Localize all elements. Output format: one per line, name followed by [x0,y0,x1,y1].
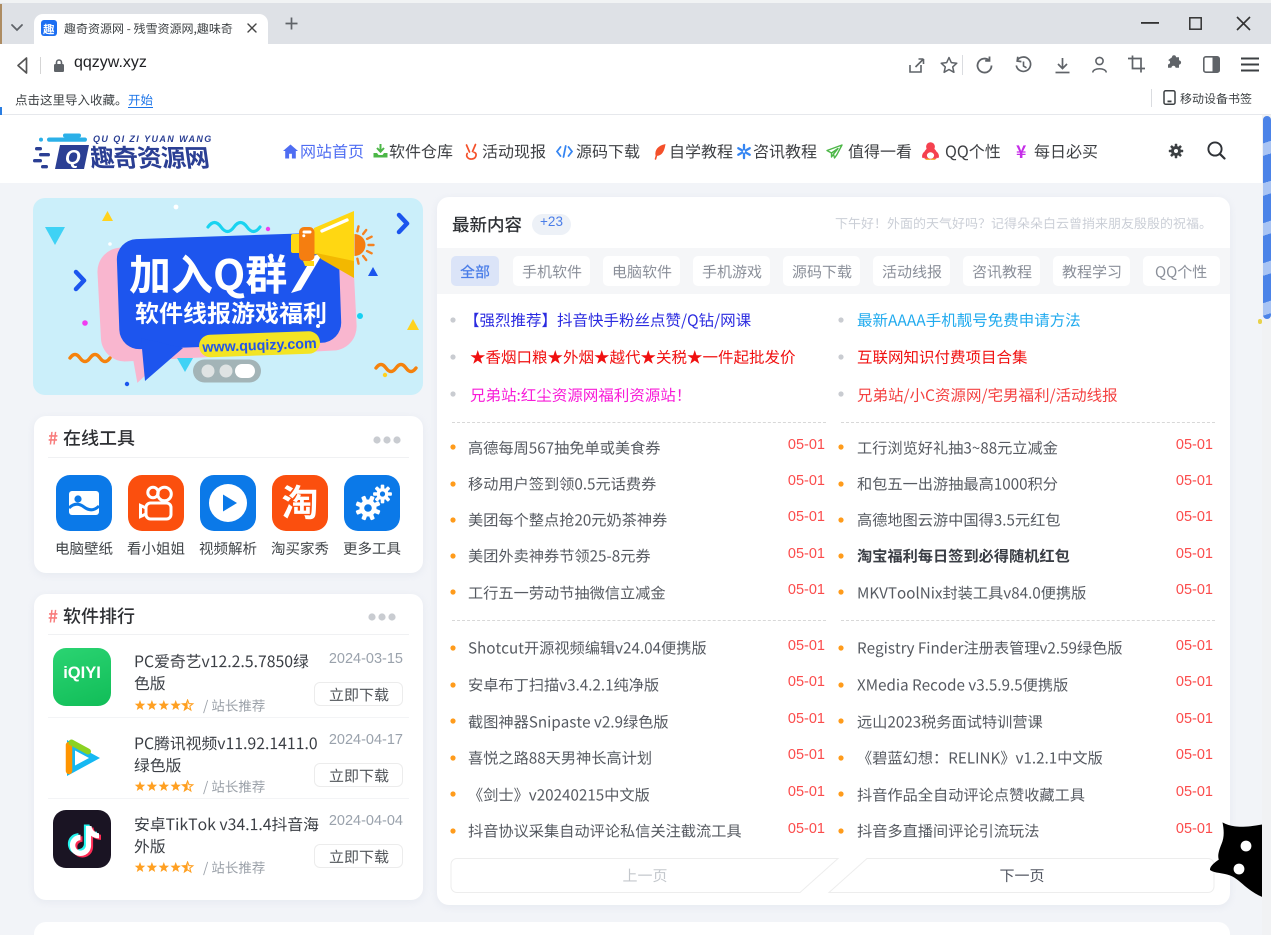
svg-text:Q: Q [65,147,81,169]
